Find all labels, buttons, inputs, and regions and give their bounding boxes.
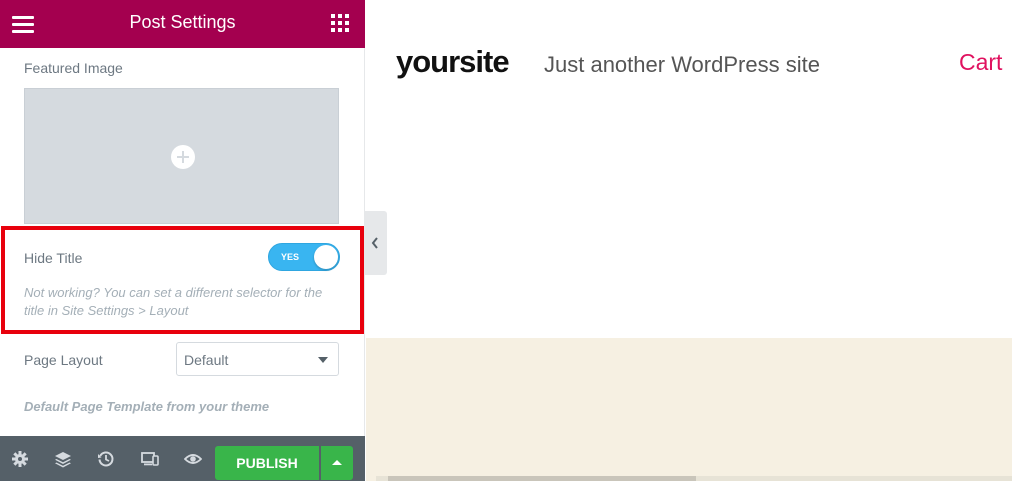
- chevron-down-icon: [318, 357, 328, 363]
- preview-content-band: [366, 338, 1012, 481]
- toggle-knob: [314, 245, 338, 269]
- publish-button[interactable]: PUBLISH: [215, 446, 319, 480]
- page-layout-selected: Default: [184, 352, 229, 368]
- toggle-state-text: YES: [281, 252, 300, 262]
- cart-link[interactable]: Cart: [959, 49, 1002, 76]
- publish-options-button[interactable]: [321, 446, 353, 480]
- chevron-left-icon: [371, 237, 378, 249]
- widgets-grid-icon[interactable]: [331, 14, 349, 32]
- history-icon[interactable]: [97, 450, 115, 468]
- preview-horizontal-scrollbar[interactable]: [376, 476, 1012, 481]
- page-layout-label: Page Layout: [24, 352, 103, 368]
- site-title[interactable]: yoursite: [396, 44, 510, 80]
- featured-image-dropzone[interactable]: [24, 88, 339, 224]
- layers-icon[interactable]: [54, 450, 72, 468]
- page-layout-select[interactable]: Default: [176, 342, 339, 376]
- add-image-icon[interactable]: [171, 145, 195, 169]
- preview-eye-icon[interactable]: [184, 450, 202, 468]
- hide-title-hint: Not working? You can set a different sel…: [24, 285, 323, 318]
- site-tagline: Just another WordPress site: [544, 52, 820, 77]
- panel-header: Post Settings: [0, 0, 365, 48]
- editor-panel: Post Settings Featured Image Hide Title …: [0, 0, 365, 481]
- collapse-panel-handle[interactable]: [365, 211, 387, 275]
- hide-title-toggle[interactable]: YES: [268, 243, 340, 271]
- hide-title-label: Hide Title: [24, 250, 83, 266]
- scrollbar-thumb[interactable]: [388, 476, 696, 481]
- page-template-note: Default Page Template from your theme: [24, 399, 270, 414]
- responsive-icon[interactable]: [141, 450, 159, 468]
- settings-icon[interactable]: [11, 450, 29, 468]
- featured-image-label: Featured Image: [24, 60, 123, 76]
- panel-title: Post Settings: [129, 12, 236, 32]
